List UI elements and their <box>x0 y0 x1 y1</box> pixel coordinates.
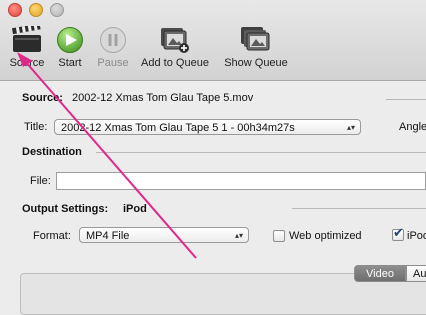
ipod-support-label: iPod <box>407 230 426 242</box>
close-window-button[interactable] <box>8 3 22 17</box>
title-popup[interactable]: 2002-12 Xmas Tom Glau Tape 5 1 - 00h34m2… <box>54 119 361 135</box>
show-queue-icon <box>239 26 273 57</box>
clapperboard-icon <box>11 23 43 57</box>
tab-audio[interactable]: Au <box>406 265 426 282</box>
output-preset-name: iPod <box>123 203 147 215</box>
source-value: 2002-12 Xmas Tom Glau Tape 5.mov <box>72 92 254 104</box>
source-button-label: Source <box>9 57 45 69</box>
format-popup-value: MP4 File <box>86 230 130 242</box>
zoom-window-button[interactable] <box>50 3 64 17</box>
file-path-input[interactable] <box>56 172 426 190</box>
source-divider <box>386 99 426 100</box>
play-icon <box>56 26 84 57</box>
web-optimized-label: Web optimized <box>289 230 362 242</box>
title-label: Title: <box>24 121 48 133</box>
pause-button-label: Pause <box>97 57 129 69</box>
add-to-queue-icon <box>159 26 191 57</box>
tab-video[interactable]: Video <box>354 265 406 282</box>
format-popup[interactable]: MP4 File ▴▾ <box>79 227 249 243</box>
format-label: Format: <box>33 230 71 242</box>
popup-arrows-icon: ▴▾ <box>346 123 355 132</box>
window-toolbar: Source Start Pause Add to Queue Show Que… <box>0 0 426 81</box>
ipod-support-checkbox[interactable] <box>392 226 404 241</box>
source-label: Source: <box>22 92 63 104</box>
add-to-queue-button-label: Add to Queue <box>141 57 209 69</box>
show-queue-button-label: Show Queue <box>224 57 288 69</box>
output-settings-heading: Output Settings: <box>22 203 109 215</box>
popup-arrows-icon: ▴▾ <box>234 231 243 240</box>
file-label: File: <box>30 175 51 187</box>
start-button-label: Start <box>58 57 82 69</box>
web-optimized-checkbox[interactable] <box>273 230 285 242</box>
destination-divider <box>96 152 426 153</box>
angle-label: Angle <box>399 121 426 133</box>
destination-heading: Destination <box>22 146 82 158</box>
minimize-window-button[interactable] <box>29 3 43 17</box>
output-settings-divider <box>292 208 426 209</box>
pause-icon <box>99 26 127 57</box>
title-popup-value: 2002-12 Xmas Tom Glau Tape 5 1 - 00h34m2… <box>61 122 295 134</box>
